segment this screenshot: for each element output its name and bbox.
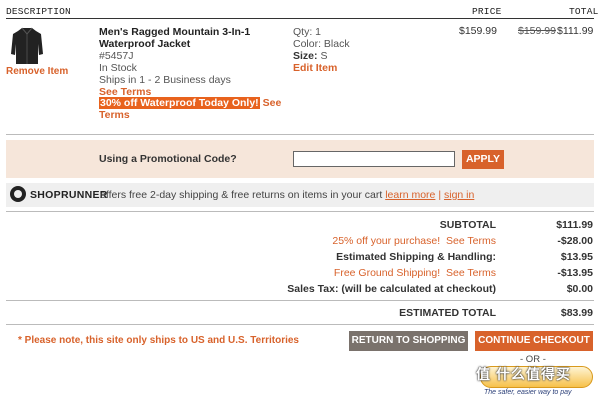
item-price: $159.99 [459,25,497,37]
jacket-icon[interactable] [10,26,44,66]
promo-see-link[interactable]: See [263,97,282,109]
free-shipping-value: -$13.95 [557,267,593,279]
apply-button[interactable]: APPLY [462,150,504,169]
paypal-caption: The safer, easier way to pay [484,389,572,396]
item-size-label: Size: [293,50,318,62]
remove-item-link[interactable]: Remove Item [6,66,68,77]
item-qty: Qty: 1 [293,26,322,38]
learn-more-link[interactable]: learn more [385,189,435,201]
discount-label: 25% off your purchase! [332,235,441,247]
item-total-discounted: $111.99 [557,25,594,37]
discount-terms-link[interactable]: See Terms [446,235,496,247]
promo-terms-link[interactable]: Terms [99,109,130,121]
estimated-total-label: ESTIMATED TOTAL [399,307,496,319]
tax-value: $0.00 [566,283,593,295]
shoprunner-text: offers free 2-day shipping & free return… [100,189,383,201]
stock-status: In Stock [99,62,137,74]
shipping-value: $13.95 [560,251,593,263]
continue-checkout-button[interactable]: CONTINUE CHECKOUT [475,331,593,351]
item-color: Color: Black [293,38,350,50]
column-header-description: DESCRIPTION [6,6,71,17]
subtotal-value: $111.99 [556,219,593,231]
shoprunner-logo-icon [10,186,26,202]
item-size: Size: S [293,50,327,62]
discount-row: 25% off your purchase! See Terms [332,235,496,247]
shipping-label: Estimated Shipping & Handling: [336,251,496,263]
item-total-original: $159.99 [518,25,556,37]
free-shipping-label: Free Ground Shipping! [333,267,441,279]
ships-info: Ships in 1 - 2 Business days [99,74,231,86]
item-divider [6,134,594,135]
link-divider: | [438,189,442,201]
product-name[interactable]: Men's Ragged Mountain 3-In-1 Waterproof … [99,26,279,50]
shipping-note: * Please note, this site only ships to U… [18,335,299,346]
shoprunner-name: SHOPRUNNER [30,189,108,201]
shoprunner-divider [6,211,594,212]
promo-code-input[interactable] [293,151,455,167]
shoprunner-info: offers free 2-day shipping & free return… [100,189,474,201]
header-divider [6,18,594,19]
sign-in-link[interactable]: sign in [444,189,474,201]
discount-value: -$28.00 [557,235,593,247]
free-shipping-row: Free Ground Shipping! See Terms [334,267,496,279]
estimated-total-value: $83.99 [560,307,593,319]
total-divider [6,324,594,325]
promo-code-label: Using a Promotional Code? [99,153,237,165]
promo-highlight: 30% off Waterproof Today Only! [99,97,260,109]
summary-divider [6,300,594,301]
tax-label: Sales Tax: (will be calculated at checko… [287,283,496,295]
column-header-price: PRICE [472,6,502,17]
item-promo: 30% off Waterproof Today Only! See Terms [99,97,289,121]
subtotal-label: SUBTOTAL [439,219,496,231]
item-size-value: S [320,50,328,62]
product-sku: #5457J [99,50,134,62]
return-to-shopping-button[interactable]: RETURN TO SHOPPING [349,331,468,351]
free-shipping-terms-link[interactable]: See Terms [446,267,496,279]
watermark: 值 什么值得买 [476,366,571,382]
edit-item-link[interactable]: Edit Item [293,62,337,74]
column-header-total: TOTAL [569,6,599,17]
